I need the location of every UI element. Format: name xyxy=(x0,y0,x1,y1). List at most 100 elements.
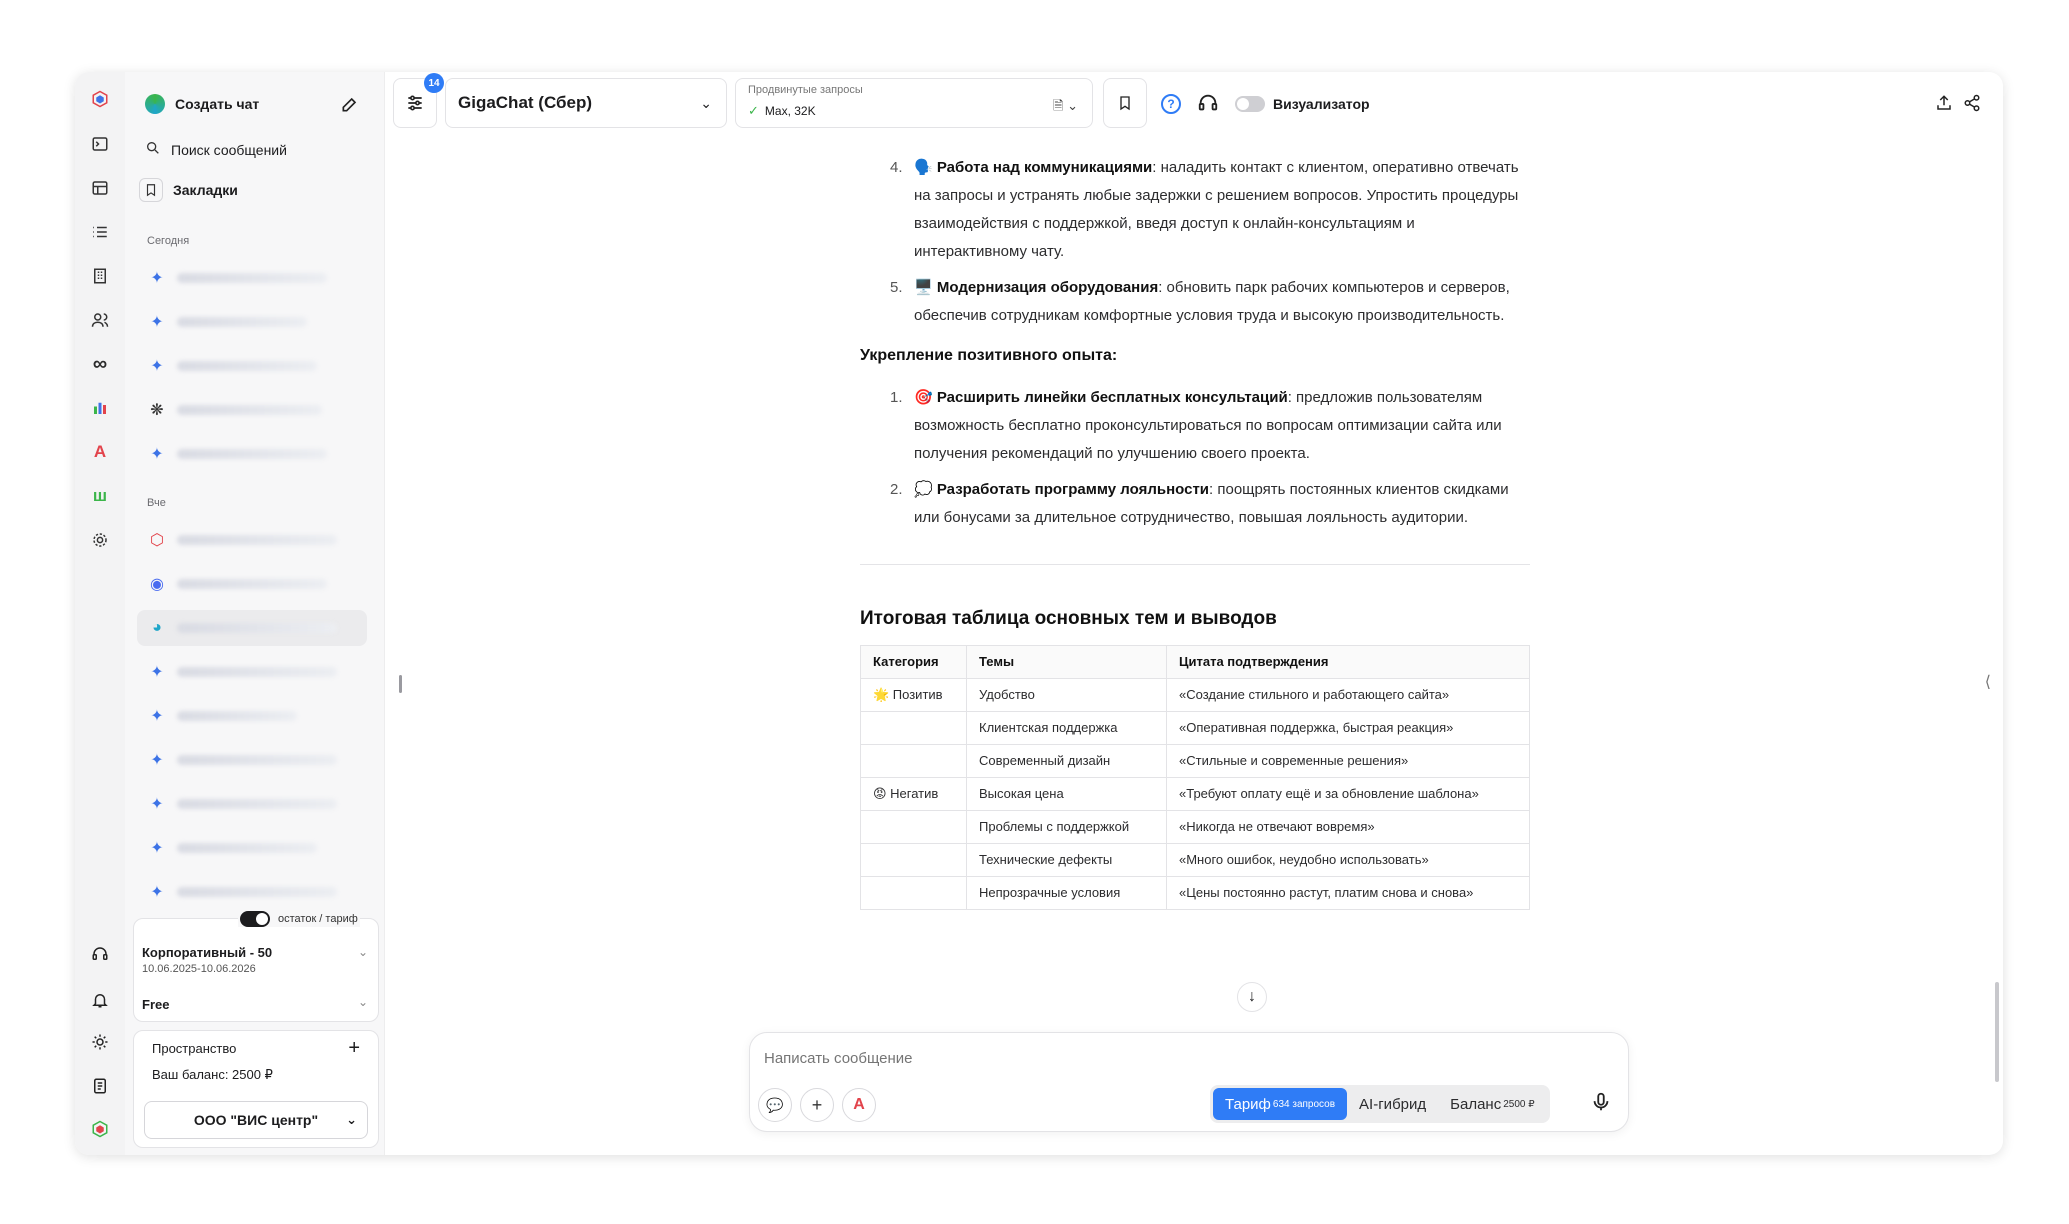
target-icon: 🎯 xyxy=(914,389,933,406)
export-icon[interactable] xyxy=(1935,94,1953,117)
ai-hybrid-option[interactable]: AI-гибрид xyxy=(1347,1088,1438,1120)
list-item: 1. 🎯 Расширить линейки бесплатных консул… xyxy=(890,389,1502,462)
document-icon[interactable] xyxy=(88,1074,112,1098)
w-app-icon[interactable]: ш xyxy=(88,484,112,508)
list-icon[interactable] xyxy=(88,220,112,244)
space-card: Пространство + Ваш баланс: 2500 ₽ ООО "В… xyxy=(133,1030,379,1148)
plan-toggle[interactable] xyxy=(240,911,270,927)
scroll-down-button[interactable]: ↓ xyxy=(1237,982,1267,1012)
bookmarks-button[interactable]: Закладки xyxy=(139,178,238,202)
building-icon[interactable] xyxy=(88,264,112,288)
header-quote: Цитата подтверждения xyxy=(1166,645,1530,679)
table-icon[interactable] xyxy=(88,176,112,200)
sidebar-resize-handle[interactable] xyxy=(399,675,402,693)
settings-icon[interactable] xyxy=(88,528,112,552)
org-select[interactable]: ООО "ВИС центр" ⌄ xyxy=(144,1101,368,1139)
search-messages[interactable]: Поиск сообщений xyxy=(145,140,287,159)
chat-item[interactable]: ✦ xyxy=(137,742,367,778)
chat-item[interactable]: ✦ xyxy=(137,874,367,910)
filter-badge: 14 xyxy=(424,73,444,93)
table-row: Клиентская поддержка «Оперативная поддерж… xyxy=(860,711,1530,745)
top-bar: 14 GigaChat (Сбер) ⌄ Продвинутые запросы… xyxy=(385,72,2003,142)
list-item: 5. 🖥️ Модернизация оборудования: обновит… xyxy=(890,279,1510,324)
chat-item[interactable]: ✦ xyxy=(137,786,367,822)
search-label: Поиск сообщений xyxy=(171,141,287,158)
model-logo-icon: ◉ xyxy=(150,576,164,593)
bookmark-icon xyxy=(1120,96,1130,111)
help-icon[interactable]: ? xyxy=(1161,94,1181,114)
share-icon[interactable] xyxy=(1963,94,1981,117)
users-icon[interactable] xyxy=(88,308,112,332)
gigachat-small-icon: ◕ xyxy=(152,619,162,636)
terminal-icon[interactable] xyxy=(88,132,112,156)
chat-item[interactable]: ✦ xyxy=(137,654,367,690)
advanced-requests-select[interactable]: Продвинутые запросы ✓ Max, 32K 🗎 ⌄ xyxy=(735,78,1093,128)
chat-item[interactable]: ⬡ xyxy=(137,522,367,558)
edit-icon[interactable] xyxy=(340,94,360,119)
prompts-button[interactable]: 💬 xyxy=(758,1088,792,1122)
font-a-icon[interactable]: A xyxy=(88,440,112,464)
thought-bubble-icon: 💭 xyxy=(914,481,933,498)
chat-area: ⟨ 4. 🗣️ Работа над коммуникациями: налад… xyxy=(385,142,2003,1155)
infinity-icon[interactable]: ∞ xyxy=(88,352,112,376)
plus-icon: + xyxy=(811,1094,823,1115)
sparkle-icon: ✦ xyxy=(150,708,164,725)
sparkle-icon: ✦ xyxy=(150,796,164,813)
message-composer: 💬 + A Тариф634 запросов AI-гибрид Баланс… xyxy=(749,1032,1629,1132)
plan-toggle-label: остаток / тариф xyxy=(278,913,358,925)
attach-button[interactable]: + xyxy=(800,1088,834,1122)
sun-icon[interactable] xyxy=(88,1030,112,1054)
create-chat-button[interactable]: Создать чат xyxy=(145,94,259,114)
microphone-icon[interactable] xyxy=(1590,1091,1612,1118)
chart-app-icon[interactable] xyxy=(88,396,112,420)
headset-icon[interactable] xyxy=(88,942,112,966)
sparkle-icon: ✦ xyxy=(150,446,164,463)
chat-item[interactable]: ◉ xyxy=(137,566,367,602)
gigachat-logo-icon xyxy=(145,94,165,114)
plan-card: остаток / тариф Корпоративный - 50 10.06… xyxy=(133,911,379,1022)
list-item: 4. 🗣️ Работа над коммуникациями: наладит… xyxy=(890,159,1519,260)
advanced-value: Max, 32K xyxy=(764,104,816,118)
free-chevron-icon[interactable]: ⌄ xyxy=(358,995,368,1009)
icon-rail: ∞ A ш xyxy=(75,72,125,1155)
chat-item[interactable]: ✦ xyxy=(137,830,367,866)
filter-button[interactable]: 14 xyxy=(393,73,444,128)
table-row: 😡 Негатив Высокая цена «Требуют оплату ещё… xyxy=(860,777,1530,811)
computer-icon: 🖥️ xyxy=(914,279,933,296)
table-row: 🌟 Позитив Удобство «Создание стильного и р… xyxy=(860,678,1530,712)
chat-item[interactable]: ✦ xyxy=(137,348,367,384)
org-label: ООО "ВИС центр" xyxy=(193,1112,319,1128)
header-category: Категория xyxy=(860,645,967,679)
bookmark-button[interactable] xyxy=(1103,78,1147,128)
app-window: ∞ A ш Создать чат Поиск сообщений Заклад… xyxy=(75,72,2003,1155)
chat-item[interactable]: ✦ xyxy=(137,436,367,472)
chat-item[interactable]: ✦ xyxy=(137,260,367,296)
balance-option[interactable]: Баланс 2500 ₽ xyxy=(1438,1088,1546,1120)
font-button[interactable]: A xyxy=(842,1088,876,1122)
chat-item[interactable]: ❋ xyxy=(137,392,367,428)
table-row: Проблемы с поддержкой «Никогда не отвечаю… xyxy=(860,810,1530,844)
bell-icon[interactable] xyxy=(88,988,112,1012)
model-select[interactable]: GigaChat (Сбер) ⌄ xyxy=(445,78,727,128)
chat-item[interactable]: ✦ xyxy=(137,304,367,340)
bookmark-icon xyxy=(139,178,163,202)
chat-item-active[interactable]: ◕ xyxy=(137,610,367,646)
message-input[interactable] xyxy=(764,1045,1604,1071)
tariff-option[interactable]: Тариф 634 запросов xyxy=(1213,1088,1348,1120)
plan-toggle-row: остаток / тариф xyxy=(238,911,360,927)
header-topics: Темы xyxy=(966,645,1167,679)
add-space-icon[interactable]: + xyxy=(348,1037,360,1060)
support-headset-icon[interactable] xyxy=(1197,92,1219,119)
profile-logo-icon[interactable] xyxy=(85,1114,115,1144)
arrow-down-icon: ↓ xyxy=(1248,988,1256,1005)
advanced-value-row: ✓ Max, 32K xyxy=(748,103,816,119)
sparkle-icon: ✦ xyxy=(150,664,164,681)
app-logo-icon[interactable] xyxy=(85,84,115,114)
search-icon xyxy=(145,140,161,159)
chat-item[interactable]: ✦ xyxy=(137,698,367,734)
scrollbar[interactable] xyxy=(1995,982,1999,1082)
plan-chevron-icon[interactable]: ⌄ xyxy=(358,945,368,959)
right-panel-handle[interactable]: ⟨ xyxy=(1985,672,1991,692)
list-item: 2. 💭 Разработать программу лояльности: п… xyxy=(890,481,1509,526)
visualizer-toggle[interactable] xyxy=(1235,96,1265,112)
